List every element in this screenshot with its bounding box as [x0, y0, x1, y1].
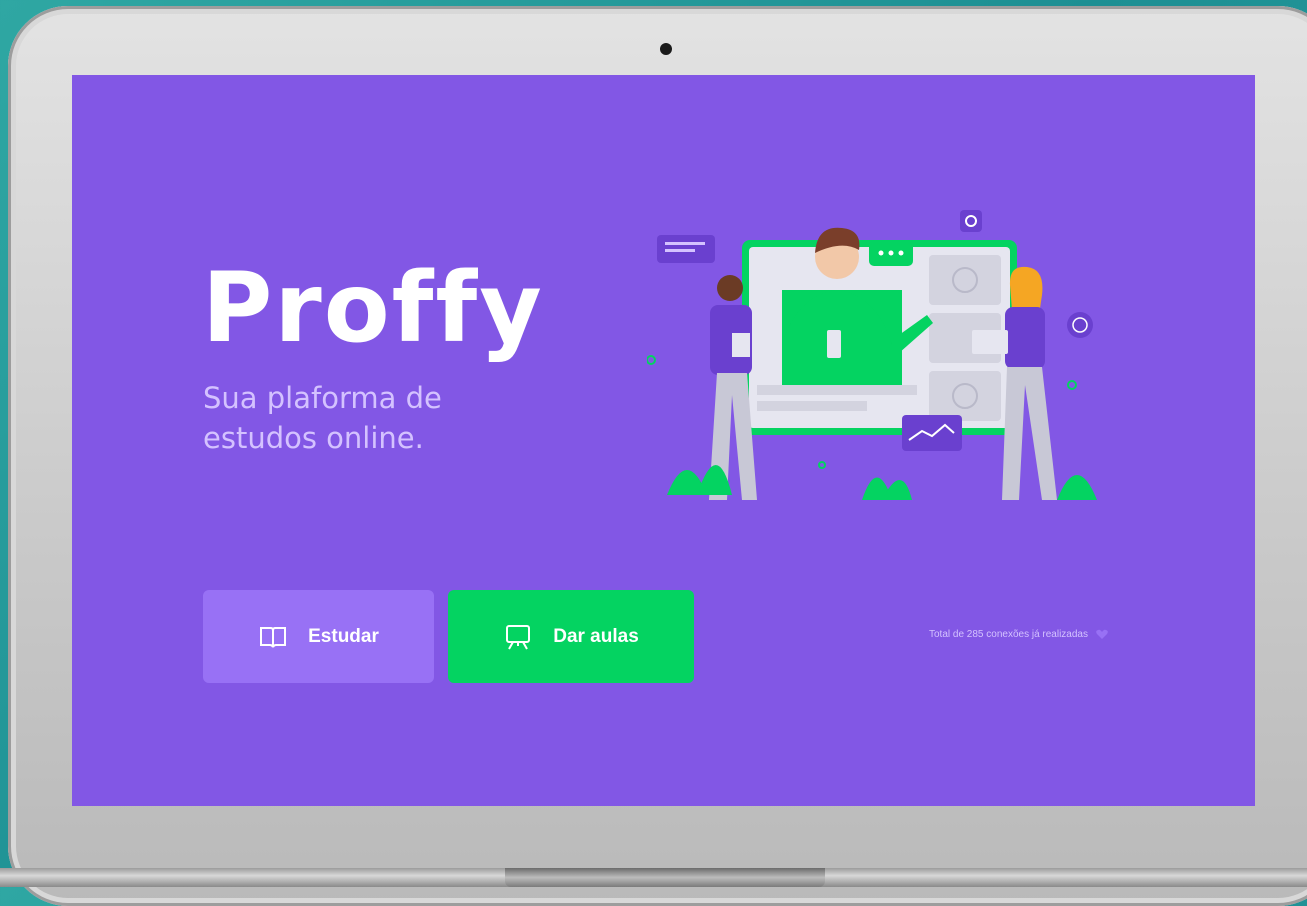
book-open-icon [258, 622, 288, 652]
proffy-logo: Proffy [202, 255, 544, 364]
tagline-line-2: estudos online. [203, 421, 424, 455]
app-screen: Proffy Sua plaforma de estudos online. E… [72, 75, 1255, 806]
teach-button-label: Dar aulas [553, 625, 639, 647]
heart-icon [1096, 629, 1108, 640]
tagline-line-1: Sua plaforma de [203, 381, 442, 415]
total-connections: Total de 285 conexões já realizadas [929, 629, 1108, 640]
webcam [660, 43, 672, 55]
total-connections-text: Total de 285 conexões já realizadas [929, 629, 1088, 640]
teach-button[interactable]: Dar aulas [448, 590, 694, 683]
study-button[interactable]: Estudar [203, 590, 434, 683]
presentation-board-icon [503, 622, 533, 652]
hero-illustration [647, 210, 1097, 500]
tagline: Sua plaforma de estudos online. [203, 378, 503, 458]
study-button-label: Estudar [308, 625, 379, 647]
logo-text: Proffy [202, 255, 544, 364]
laptop-hinge-notch [505, 868, 825, 887]
